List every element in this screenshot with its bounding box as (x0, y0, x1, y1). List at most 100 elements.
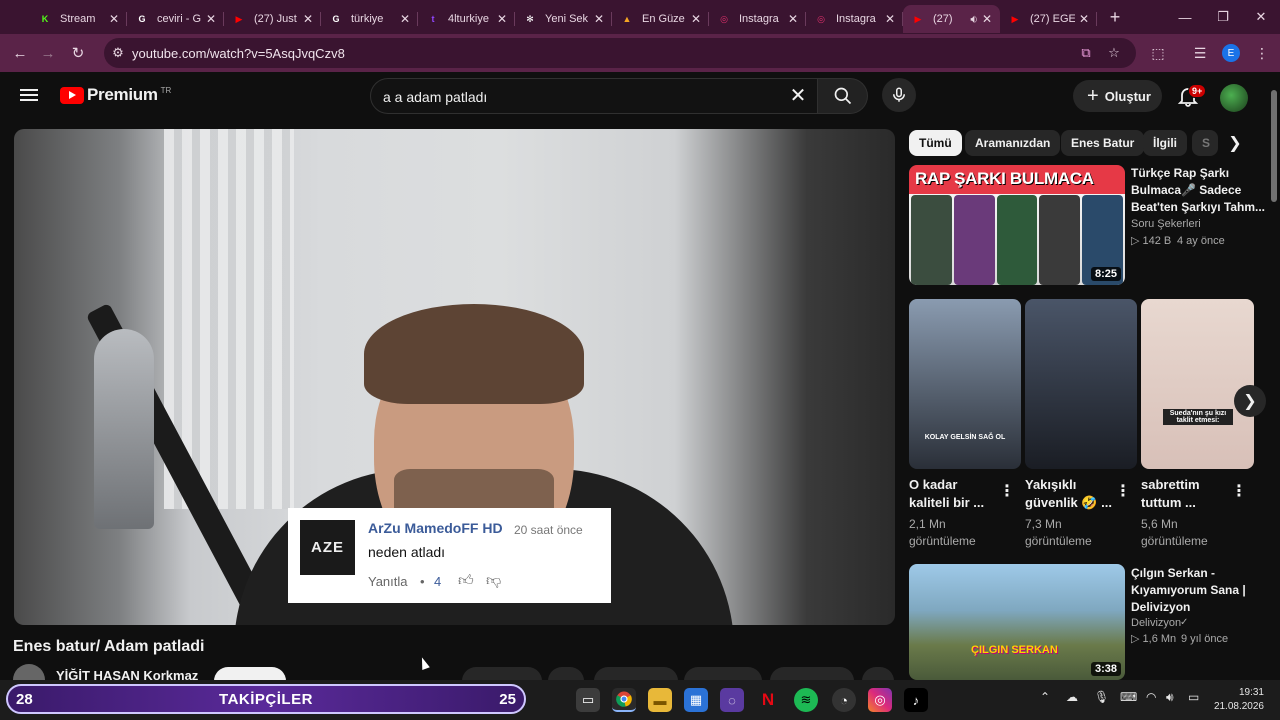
recommended-channel[interactable]: Delivizyon (1131, 615, 1181, 631)
browser-tab[interactable]: ◎ Instagra ✕ (806, 5, 903, 33)
chrome-menu-icon[interactable]: ⋮ (1250, 41, 1274, 65)
chip-truncated[interactable]: S (1192, 130, 1218, 156)
store-icon[interactable]: ▦ (684, 688, 708, 712)
reading-list-icon[interactable]: ☰ (1188, 41, 1212, 65)
clear-search-icon[interactable]: ✕ (787, 85, 809, 107)
browser-tab[interactable]: t 4lturkiye ✕ (418, 5, 515, 33)
short-title-line[interactable]: güvenlik 🤣 ... (1025, 494, 1113, 512)
browser-tab[interactable]: K Stream ✕ (30, 5, 127, 33)
bookmark-star-icon[interactable]: ☆ (1104, 43, 1124, 63)
followers-left-count: 28 (16, 690, 33, 708)
spotify-icon[interactable]: ≋ (794, 688, 818, 712)
create-button[interactable]: + Oluştur (1073, 80, 1162, 112)
recommended-title-line[interactable]: Kıyamıyorum Sana | (1131, 582, 1246, 599)
close-tab-icon[interactable]: ✕ (206, 12, 216, 26)
close-tab-icon[interactable]: ✕ (109, 12, 119, 26)
browser-tab[interactable]: ▶ (27) EGE ✕ (1000, 5, 1097, 33)
recommended-title-line[interactable]: Delivizyon (1131, 599, 1190, 616)
shorts-next-icon[interactable]: ❯ (1234, 385, 1266, 417)
battery-icon[interactable]: ▭ (1188, 690, 1199, 704)
tiktok-icon[interactable]: ♪ (904, 688, 928, 712)
recommended-thumbnail[interactable]: RAP ŞARKI BULMACA 8:25 (909, 165, 1125, 285)
close-tab-icon[interactable]: ✕ (303, 12, 313, 26)
close-tab-icon[interactable]: ✕ (788, 12, 798, 26)
short-title-line[interactable]: kaliteli bir ... (909, 494, 997, 512)
close-tab-icon[interactable]: ✕ (400, 12, 410, 26)
short-title-line[interactable]: tuttum ... (1141, 494, 1229, 512)
close-tab-icon[interactable]: ✕ (497, 12, 507, 26)
tab-separator (1096, 12, 1097, 26)
app-icon[interactable]: ◌ (720, 688, 744, 712)
short-title-line[interactable]: O kadar (909, 476, 997, 494)
recommended-title-line[interactable]: Bulmaca🎤 Sadece (1131, 182, 1241, 199)
tray-chevron-up-icon[interactable]: ⌃ (1040, 690, 1050, 704)
mouse-cursor (418, 655, 430, 671)
search-input[interactable]: a a adam patladı ✕ (370, 78, 818, 114)
recommended-thumbnail[interactable]: ÇILGIN SERKAN 3:38 (909, 564, 1125, 680)
onedrive-icon[interactable]: ☁ (1066, 690, 1078, 704)
netflix-icon[interactable]: N (756, 688, 780, 712)
browser-tab[interactable]: ▶ (27) 🔉︎ ✕ (903, 5, 1000, 33)
browser-tab[interactable]: Gtürkiye ✕ (321, 5, 418, 33)
keyboard-icon[interactable]: ⌨ (1120, 690, 1137, 704)
cast-icon[interactable]: ⧉ (1076, 43, 1096, 63)
close-tab-icon[interactable]: ✕ (594, 12, 604, 26)
recorder-icon[interactable]: ◔ (832, 688, 856, 712)
browser-tab[interactable]: ◎ Instagra ✕ (709, 5, 806, 33)
recommended-title-line[interactable]: Türkçe Rap Şarkı (1131, 165, 1229, 182)
browser-tab[interactable]: Gceviri - G ✕ (127, 5, 224, 33)
close-tab-icon[interactable]: ✕ (1079, 12, 1089, 26)
recommended-title-line[interactable]: Çılgın Serkan - (1131, 565, 1215, 582)
site-info-icon[interactable]: ⚙ (108, 43, 128, 63)
wifi-icon[interactable]: ◠ (1146, 690, 1156, 704)
chevron-right-icon[interactable]: ❯ (1222, 130, 1248, 156)
chip-enes-batur[interactable]: Enes Batur (1061, 130, 1145, 156)
tab-audio-icon[interactable]: 🔉︎ (970, 12, 978, 27)
account-avatar[interactable] (1220, 84, 1248, 112)
search-button[interactable] (818, 78, 868, 114)
search-query: a a adam patladı (383, 89, 488, 105)
back-button[interactable]: ← (8, 41, 32, 65)
short-thumbnail[interactable]: Sueda'nın şu kızı taklit etmesi: (1141, 299, 1254, 469)
short-thumbnail[interactable] (1025, 299, 1137, 469)
short-thumbnail[interactable]: KOLAY GELSİN SAĞ OL (909, 299, 1021, 469)
close-tab-icon[interactable]: ✕ (982, 12, 992, 26)
file-explorer-icon[interactable]: ▬ (648, 688, 672, 712)
short-views: 5,6 Mn (1141, 517, 1178, 531)
new-tab-button[interactable]: + (1101, 3, 1129, 31)
system-clock[interactable]: 19:31 21.08.2026 (1212, 686, 1264, 714)
short-views-unit: görüntüleme (1141, 534, 1208, 548)
more-vert-icon[interactable]: ⋮ (1231, 483, 1247, 501)
close-window-button[interactable]: ✕ (1238, 0, 1280, 34)
address-bar[interactable]: ⚙ youtube.com/watch?v=5AsqJvqCzv8 ⧉ ☆ (104, 38, 1136, 68)
instagram-taskbar-icon[interactable]: ◎ (868, 688, 892, 712)
profile-avatar[interactable]: E (1222, 44, 1240, 62)
reload-button[interactable]: ↻ (66, 41, 90, 65)
task-view-icon[interactable]: ▭ (576, 688, 600, 712)
browser-tab[interactable]: ▲ En Güze ✕ (612, 5, 709, 33)
browser-tab[interactable]: ✻ Yeni Sek ✕ (515, 5, 612, 33)
more-vert-icon[interactable]: ⋮ (1115, 483, 1131, 501)
voice-search-button[interactable] (882, 78, 916, 112)
chip-related[interactable]: İlgili (1143, 130, 1187, 156)
short-title-line[interactable]: sabrettim (1141, 476, 1229, 494)
tray-microphone-icon[interactable]: 🎙︎ (1094, 690, 1109, 704)
chip-from-search[interactable]: Aramanızdan (965, 130, 1061, 156)
close-tab-icon[interactable]: ✕ (691, 12, 701, 26)
extensions-icon[interactable]: ⬚ (1146, 41, 1170, 65)
volume-icon[interactable]: 🔊︎ (1166, 690, 1174, 705)
scrollbar-thumb[interactable] (1271, 90, 1277, 202)
short-title-line[interactable]: Yakışıklı (1025, 476, 1113, 494)
chip-all[interactable]: Tümü (909, 130, 962, 156)
youtube-premium-logo[interactable]: Premium TR (60, 85, 171, 105)
recommended-channel[interactable]: Soru Şekerleri (1131, 216, 1201, 232)
browser-tab[interactable]: ▶ (27) Just ✕ (224, 5, 321, 33)
chrome-taskbar-icon[interactable] (612, 688, 636, 712)
recommended-age: 9 yıl önce (1181, 633, 1229, 645)
more-vert-icon[interactable]: ⋮ (999, 483, 1015, 501)
menu-icon[interactable] (20, 86, 38, 106)
clock-date: 21.08.2026 (1213, 701, 1264, 712)
forward-button[interactable]: → (36, 41, 60, 65)
recommended-title-line[interactable]: Beat'ten Şarkıyı Tahm... (1131, 199, 1265, 216)
close-tab-icon[interactable]: ✕ (885, 12, 895, 26)
